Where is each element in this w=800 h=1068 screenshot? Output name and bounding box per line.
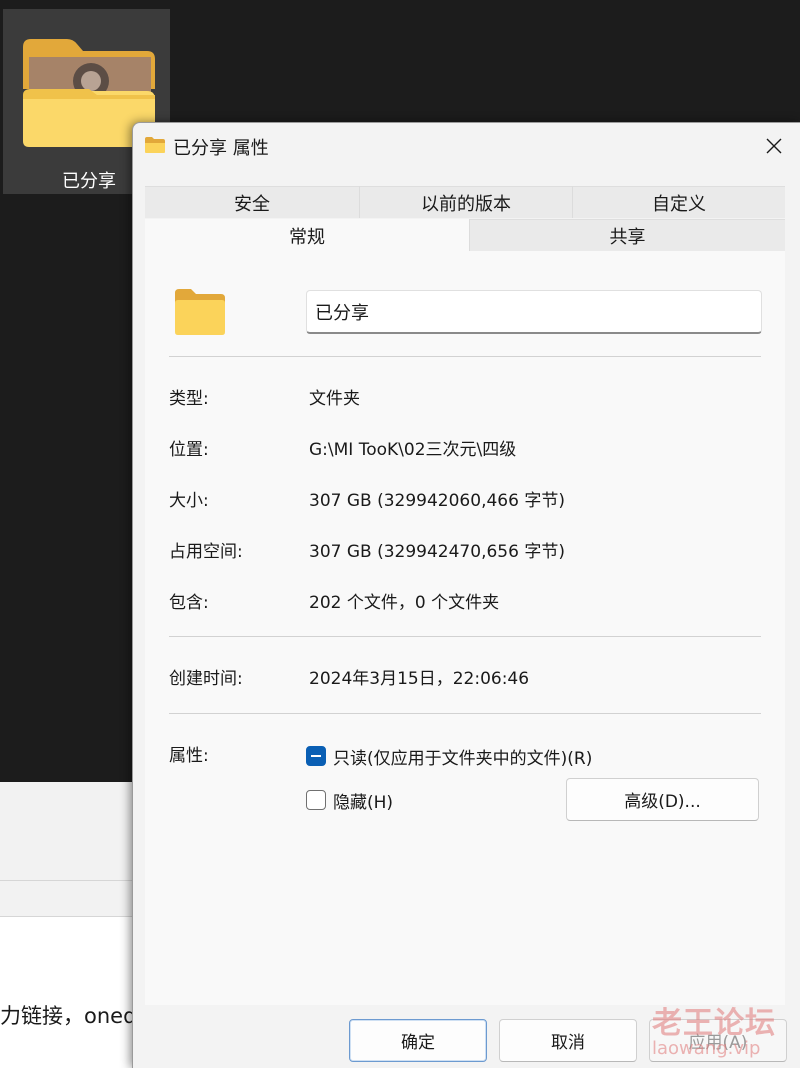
location-label: 位置:	[169, 440, 209, 460]
size-on-disk-label: 占用空间:	[169, 542, 243, 562]
divider	[169, 713, 761, 714]
folder-name-input[interactable]	[306, 290, 762, 334]
created-value: 2024年3月15日，22:06:46	[309, 669, 530, 689]
tab-divider	[572, 186, 573, 218]
tab-customize[interactable]: 自定义	[573, 186, 785, 218]
advanced-button[interactable]: 高级(D)...	[566, 778, 759, 821]
ok-button[interactable]: 确定	[349, 1019, 487, 1062]
properties-dialog: 已分享 属性 安全 以前的版本 自定义 常规 共享 类型: 文件夹 位置: G:…	[132, 122, 800, 1068]
size-on-disk-value: 307 GB (329942470,656 字节)	[309, 542, 565, 562]
cancel-button[interactable]: 取消	[499, 1019, 637, 1062]
hidden-label[interactable]: 隐藏(H)	[333, 788, 393, 813]
contains-value: 202 个文件，0 个文件夹	[309, 593, 500, 613]
divider	[0, 880, 140, 881]
location-value: G:\MI TooK\02三次元\四级	[309, 440, 517, 460]
readonly-label[interactable]: 只读(仅应用于文件夹中的文件)(R)	[333, 744, 592, 769]
dialog-footer: 确定 取消 应用(A)	[133, 1005, 800, 1068]
divider	[169, 356, 761, 357]
background-content	[0, 917, 140, 1068]
dialog-title: 已分享 属性	[173, 138, 269, 159]
hidden-checkbox[interactable]	[306, 790, 326, 810]
background-text: 力链接，oned	[0, 1004, 135, 1028]
divider	[169, 636, 761, 637]
size-value: 307 GB (329942060,466 字节)	[309, 491, 565, 511]
folder-icon	[145, 137, 165, 153]
type-label: 类型:	[169, 389, 209, 409]
attributes-label: 属性:	[169, 746, 209, 766]
tab-security[interactable]: 安全	[145, 186, 359, 218]
tab-previous-versions[interactable]: 以前的版本	[360, 186, 572, 218]
apply-button[interactable]: 应用(A)	[649, 1019, 787, 1062]
tab-panel-general: 类型: 文件夹 位置: G:\MI TooK\02三次元\四级 大小: 307 …	[145, 251, 785, 1005]
folder-icon	[175, 289, 225, 335]
type-value: 文件夹	[309, 389, 360, 409]
tab-divider	[469, 219, 470, 252]
tab-divider	[359, 186, 360, 218]
title-bar[interactable]: 已分享 属性	[133, 123, 800, 169]
indeterminate-mark-icon	[311, 755, 321, 757]
size-label: 大小:	[169, 491, 209, 511]
close-icon	[766, 138, 782, 154]
tab-general[interactable]: 常规	[145, 219, 469, 252]
contains-label: 包含:	[169, 593, 209, 613]
created-label: 创建时间:	[169, 669, 243, 689]
readonly-checkbox[interactable]	[306, 746, 326, 766]
tab-sharing[interactable]: 共享	[470, 219, 785, 252]
close-button[interactable]	[759, 131, 789, 161]
